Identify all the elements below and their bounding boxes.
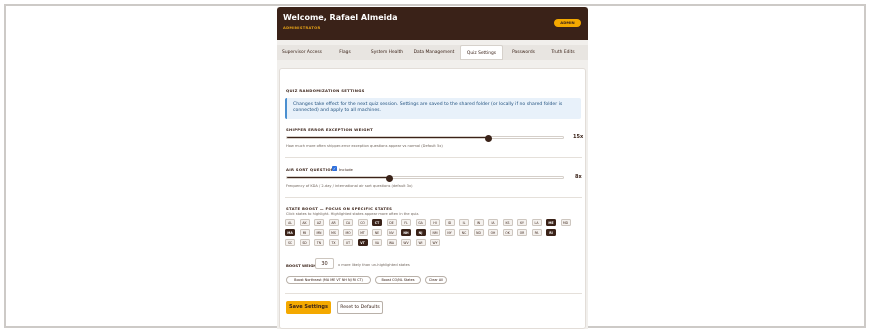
state-chip[interactable]: HI: [430, 219, 440, 226]
state-chip[interactable]: UT: [343, 239, 353, 246]
state-chip[interactable]: FL: [401, 219, 411, 226]
state-chip[interactable]: IA: [488, 219, 498, 226]
shipper-weight-slider[interactable]: [286, 134, 564, 142]
state-chip[interactable]: MA: [285, 229, 295, 236]
state-chip[interactable]: IN: [473, 219, 484, 226]
tab-bar: Supervisor Access Flags System Health Da…: [277, 45, 588, 60]
tab-flags[interactable]: Flags: [333, 45, 357, 60]
air-sort-slider[interactable]: [286, 174, 564, 182]
tab-system-health[interactable]: System Health: [368, 45, 406, 60]
state-chip[interactable]: SD: [299, 239, 310, 246]
air-sort-checkbox[interactable]: ✓: [332, 166, 337, 171]
state-chip[interactable]: VT: [357, 239, 368, 246]
quiz-settings-panel: QUIZ RANDOMIZATION SETTINGS Changes take…: [279, 68, 586, 329]
state-chip[interactable]: OR: [517, 229, 527, 236]
state-chip[interactable]: VA: [372, 239, 382, 246]
info-text: Changes take effect for the next quiz se…: [293, 102, 563, 113]
state-chip[interactable]: AL: [285, 219, 295, 226]
state-chip[interactable]: MT: [357, 229, 368, 236]
air-sort-include-label: Include: [339, 167, 353, 172]
state-chip[interactable]: MI: [299, 229, 310, 236]
air-sort-description: Frequency of KDA / 2-day / international…: [286, 184, 413, 188]
section-title: QUIZ RANDOMIZATION SETTINGS: [286, 88, 365, 93]
state-chip[interactable]: NJ: [415, 229, 426, 236]
state-chip[interactable]: SC: [285, 239, 295, 246]
state-boost-description: Click states to highlight. Highlighted s…: [286, 212, 420, 216]
tab-quiz-settings[interactable]: Quiz Settings: [460, 45, 503, 60]
tab-data-management[interactable]: Data Management: [411, 45, 457, 60]
state-chip[interactable]: MN: [314, 229, 324, 236]
state-chip[interactable]: MD: [560, 219, 571, 226]
state-chip[interactable]: RI: [546, 229, 556, 236]
state-chip[interactable]: NV: [386, 229, 397, 236]
air-sort-value: 8x: [575, 174, 582, 180]
air-slider-thumb[interactable]: [385, 174, 393, 182]
state-chip[interactable]: ND: [473, 229, 484, 236]
tab-truth-edits[interactable]: Truth Edits: [543, 45, 583, 60]
shipper-slider-thumb[interactable]: [484, 134, 492, 142]
state-chip[interactable]: KY: [517, 219, 527, 226]
state-chip[interactable]: CA: [343, 219, 353, 226]
info-callout: Changes take effect for the next quiz se…: [285, 98, 581, 119]
air-slider-fill: [287, 177, 390, 178]
state-chip[interactable]: NE: [372, 229, 382, 236]
state-chip[interactable]: WA: [386, 239, 397, 246]
divider: [285, 293, 582, 294]
state-chip[interactable]: MO: [343, 229, 353, 236]
admin-badge: ADMIN: [554, 19, 581, 27]
air-sort-title: AIR SORT QUESTIONS: [286, 167, 338, 172]
state-chip[interactable]: ME: [546, 219, 556, 226]
state-chip[interactable]: CO: [357, 219, 368, 226]
state-chip[interactable]: MS: [328, 229, 339, 236]
tab-passwords[interactable]: Passwords: [506, 45, 541, 60]
state-chip[interactable]: PA: [531, 229, 542, 236]
clear-all-button[interactable]: Clear All: [425, 276, 447, 284]
state-chip[interactable]: WY: [430, 239, 440, 246]
boost-co-nl-button[interactable]: Boost CO/NL States: [375, 276, 421, 284]
state-chip[interactable]: CT: [372, 219, 382, 226]
state-chip[interactable]: LA: [531, 219, 542, 226]
state-chip[interactable]: TX: [328, 239, 339, 246]
reset-defaults-button[interactable]: Reset to Defaults: [337, 301, 383, 314]
state-chip[interactable]: NM: [430, 229, 440, 236]
welcome-title: Welcome, Rafael Almeida: [283, 13, 398, 22]
state-chip[interactable]: NY: [444, 229, 455, 236]
state-chip[interactable]: OK: [502, 229, 513, 236]
state-chip[interactable]: NC: [459, 229, 469, 236]
state-boost-title: STATE BOOST — FOCUS ON SPECIFIC STATES: [286, 206, 393, 211]
header-bar: Welcome, Rafael Almeida ADMINISTRATOR AD…: [277, 7, 588, 40]
state-chip[interactable]: IL: [459, 219, 469, 226]
state-chip[interactable]: WV: [401, 239, 411, 246]
tab-supervisor-access[interactable]: Supervisor Access: [280, 45, 324, 60]
shipper-weight-value: 15x: [573, 134, 584, 140]
role-subtitle: ADMINISTRATOR: [283, 26, 321, 30]
state-chip[interactable]: OH: [488, 229, 498, 236]
boost-weight-input[interactable]: 30: [315, 258, 334, 269]
shipper-weight-title: SHIPPER ERROR EXCEPTION WEIGHT: [286, 127, 374, 132]
state-chip[interactable]: WI: [415, 239, 426, 246]
state-chip[interactable]: ID: [444, 219, 455, 226]
state-chip[interactable]: KS: [502, 219, 513, 226]
state-chip[interactable]: AR: [328, 219, 339, 226]
state-chip[interactable]: NH: [401, 229, 411, 236]
divider: [285, 197, 582, 198]
state-chip[interactable]: AK: [299, 219, 310, 226]
state-chip[interactable]: GA: [415, 219, 426, 226]
state-chip[interactable]: DE: [386, 219, 397, 226]
boost-weight-note: x more likely than un-highlighted states: [338, 263, 410, 267]
save-settings-button[interactable]: Save Settings: [286, 301, 331, 314]
shipper-weight-description: How much more often shipper-error except…: [286, 144, 443, 148]
state-chip[interactable]: TN: [314, 239, 324, 246]
boost-northeast-button[interactable]: Boost Northeast (MA ME VT NH NJ RI CT): [286, 276, 371, 284]
shipper-slider-fill: [287, 137, 489, 138]
admin-app: Welcome, Rafael Almeida ADMINISTRATOR AD…: [277, 7, 588, 329]
state-chip[interactable]: AZ: [314, 219, 324, 226]
divider: [285, 157, 582, 158]
